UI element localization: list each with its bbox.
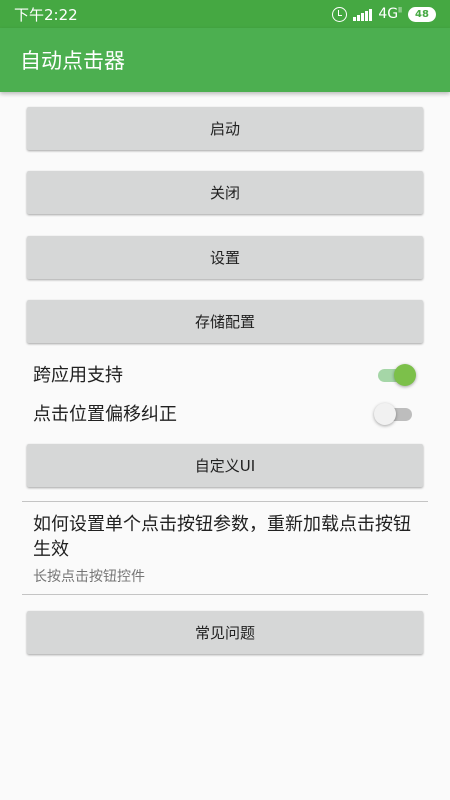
cross-app-support-toggle[interactable]	[378, 364, 416, 386]
start-button[interactable]: 启动	[27, 107, 423, 150]
battery-icon: 48	[408, 6, 436, 22]
status-time: 下午2:22	[14, 5, 78, 24]
help-item[interactable]: 如何设置单个点击按钮参数，重新加载点击按钮生效 长按点击按钮控件	[33, 512, 428, 586]
close-button[interactable]: 关闭	[27, 171, 423, 214]
cross-app-support-row[interactable]: 跨应用支持	[33, 357, 418, 391]
app-title: 自动点击器	[20, 49, 125, 73]
alarm-icon	[332, 6, 348, 22]
offset-correction-label: 点击位置偏移纠正	[33, 404, 177, 425]
signal-icon	[353, 8, 373, 21]
network-sup: ll	[398, 6, 402, 15]
save-config-button[interactable]: 存储配置	[27, 300, 423, 343]
settings-button[interactable]: 设置	[27, 236, 423, 279]
divider	[22, 501, 428, 502]
status-bar: 下午2:22 4Gll 48	[0, 0, 450, 28]
help-subtitle: 长按点击按钮控件	[33, 569, 145, 585]
network-type: 4Gll	[378, 6, 402, 22]
toggle-thumb	[374, 403, 396, 425]
network-label: 4G	[378, 6, 399, 22]
offset-correction-row[interactable]: 点击位置偏移纠正	[33, 396, 418, 430]
toggle-thumb	[394, 364, 416, 386]
faq-button[interactable]: 常见问题	[27, 611, 423, 654]
cross-app-support-label: 跨应用支持	[33, 365, 123, 386]
help-title: 如何设置单个点击按钮参数，重新加载点击按钮生效	[33, 514, 411, 560]
custom-ui-button[interactable]: 自定义UI	[27, 444, 423, 487]
offset-correction-toggle[interactable]	[374, 403, 412, 425]
status-icons: 4Gll 48	[332, 6, 436, 22]
divider	[22, 594, 428, 595]
app-bar: 自动点击器	[0, 28, 450, 92]
battery-level: 48	[415, 8, 429, 20]
